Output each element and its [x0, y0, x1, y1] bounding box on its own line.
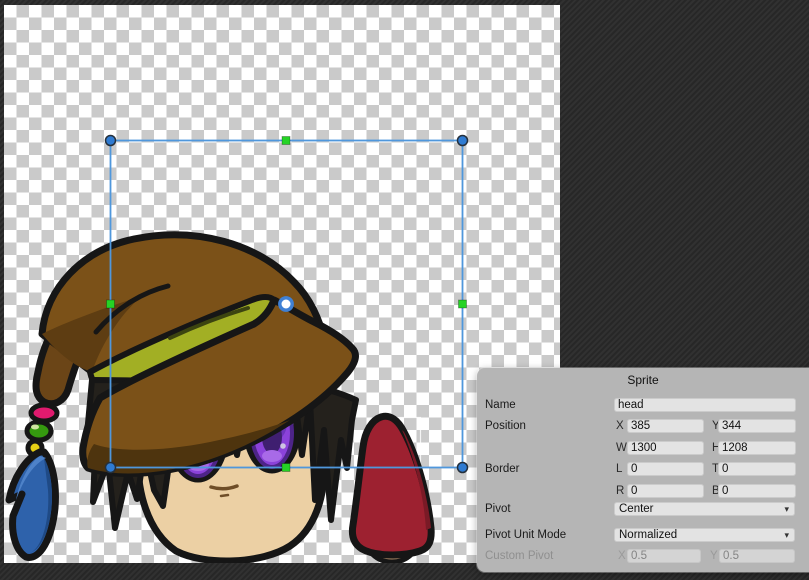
panel-title: Sprite — [477, 373, 809, 387]
chin-mark — [221, 495, 228, 496]
custom-pivot-label: Custom Pivot — [485, 549, 553, 563]
border-t-input[interactable] — [718, 462, 796, 476]
chevron-down-icon: ▾ — [784, 502, 789, 516]
corner-handle-top-right[interactable] — [458, 136, 468, 146]
position-y-input[interactable] — [718, 419, 796, 433]
custom-pivot-x-input — [627, 549, 701, 563]
edge-handle-top[interactable] — [282, 137, 290, 145]
sprite-arm[interactable] — [352, 416, 431, 562]
bead-green — [27, 422, 51, 440]
edge-handle-left[interactable] — [107, 300, 115, 308]
edge-handle-bottom[interactable] — [282, 464, 290, 472]
name-input[interactable] — [614, 398, 796, 412]
chevron-down-icon: ▾ — [784, 528, 789, 542]
position-x-input[interactable] — [627, 419, 704, 433]
pivot-handle[interactable] — [280, 298, 292, 310]
border-l-input[interactable] — [627, 462, 704, 476]
position-label: Position — [485, 419, 526, 433]
position-h-input[interactable] — [718, 441, 796, 455]
pivot-label: Pivot — [485, 502, 511, 516]
sprite-inspector-panel: Sprite Name Position X Y W H Border L T … — [477, 368, 809, 572]
red-sleeve — [352, 416, 431, 555]
corner-handle-top-left[interactable] — [106, 136, 116, 146]
pivot-dropdown-value: Center — [619, 503, 654, 515]
border-r-input[interactable] — [627, 484, 704, 498]
border-label: Border — [485, 462, 520, 476]
custom-pivot-y-input — [719, 549, 795, 563]
pivot-unit-mode-label: Pivot Unit Mode — [485, 528, 566, 542]
sprite-editor-window: { "panel": { "title": "Sprite", "name": … — [0, 0, 809, 580]
bead-green-highlight — [31, 425, 39, 430]
pivot-unit-mode-dropdown[interactable]: Normalized ▾ — [614, 528, 795, 542]
bead-pink — [31, 405, 57, 421]
pivot-dropdown[interactable]: Center ▾ — [614, 502, 795, 516]
border-b-input[interactable] — [718, 484, 796, 498]
position-w-input[interactable] — [627, 441, 704, 455]
corner-handle-bottom-left[interactable] — [106, 463, 116, 473]
edge-handle-right[interactable] — [459, 300, 467, 308]
corner-handle-bottom-right[interactable] — [458, 463, 468, 473]
name-label: Name — [485, 398, 516, 412]
sprite-head[interactable] — [9, 235, 356, 561]
pivot-unit-mode-dropdown-value: Normalized — [619, 529, 677, 541]
